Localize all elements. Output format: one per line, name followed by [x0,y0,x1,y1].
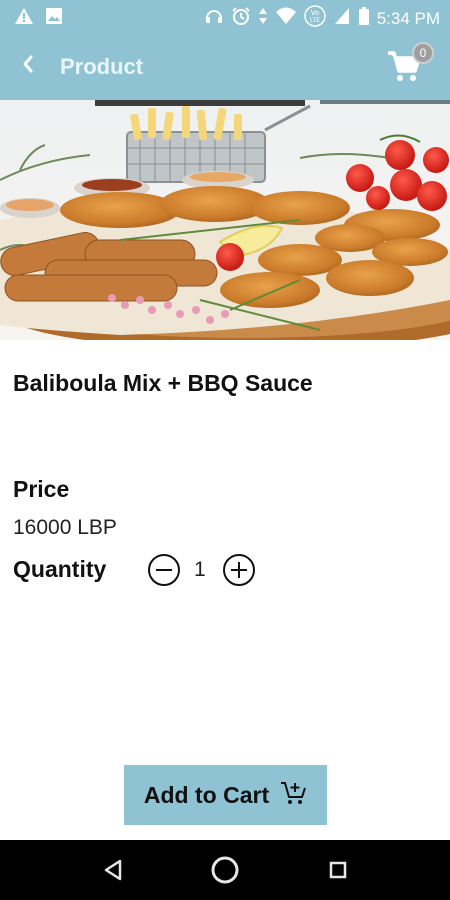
page-title: Product [60,54,144,79]
headset-icon [204,6,224,31]
volte-icon: Vo LTE [303,5,326,32]
plus-circle-icon [222,554,256,591]
price-value: 16000 LBP [13,516,117,539]
quantity-value: 1 [194,558,206,581]
back-button[interactable] [14,52,42,80]
minus-circle-icon [147,554,181,591]
status-right-icons: Vo LTE 5:34 PM [204,5,440,32]
data-arrows-icon [258,6,268,31]
cart-count-badge: 0 [412,42,434,64]
status-bar: Vo LTE 5:34 PM [0,0,450,32]
status-time: 5:34 PM [376,8,440,28]
product-name: Baliboula Mix + BBQ Sauce [13,370,313,396]
image-icon [44,6,64,31]
back-triangle-icon [97,859,129,890]
back-arrow-icon [20,54,36,79]
system-nav-bar [0,840,450,900]
home-circle-icon [209,856,241,890]
battery-icon [358,6,370,31]
nav-back-button[interactable] [97,854,129,886]
alarm-icon [231,6,251,31]
nav-home-button[interactable] [209,854,241,886]
add-to-cart-label: Add to Cart [143,781,270,808]
product-image [0,100,450,340]
quantity-increase-button[interactable] [222,553,256,587]
app-bar: Product 0 [0,32,450,100]
warning-icon [14,6,34,31]
add-to-cart-button[interactable]: Add to Cart [124,765,327,825]
svg-text:LTE: LTE [310,17,320,24]
price-label: Price [13,476,70,502]
quantity-decrease-button[interactable] [147,553,181,587]
wifi-icon [275,6,297,31]
signal-icon [333,6,351,31]
add-cart-icon [279,779,307,812]
status-left-icons [14,6,64,31]
svg-text:Vo: Vo [310,9,319,17]
recents-square-icon [322,861,354,890]
quantity-label: Quantity [13,556,107,582]
nav-recents-button[interactable] [322,854,354,886]
cart-button[interactable]: 0 [386,42,434,84]
